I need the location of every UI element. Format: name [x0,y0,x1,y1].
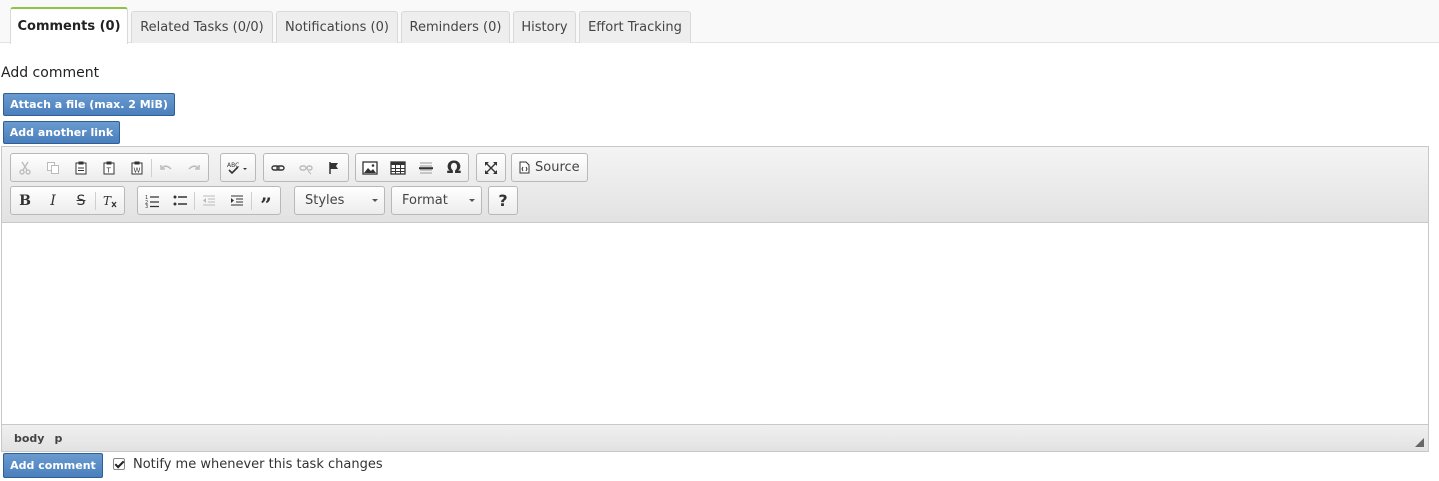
tab-label: Comments (0) [17,19,121,34]
tab-label: Notifications (0) [285,20,389,35]
styles-label: Styles [305,193,345,208]
add-another-link-button[interactable]: Add another link [3,121,120,144]
editor-element-path: body p [2,424,1428,451]
path-p[interactable]: p [54,432,62,445]
spellcheck-group: ABC [220,153,256,182]
source-label: Source [535,160,580,175]
horizontal-rule-icon[interactable] [412,154,440,181]
path-body[interactable]: body [14,432,44,445]
tab-history[interactable]: History [513,11,576,43]
tab-related-tasks[interactable]: Related Tasks (0/0) [131,11,273,43]
svg-text:W: W [134,166,141,174]
bulleted-list-icon[interactable] [166,187,194,214]
help-icon[interactable]: ? [489,187,517,214]
link-group [263,153,349,182]
link-icon[interactable] [264,154,292,181]
notify-label: Notify me whenever this task changes [133,456,383,472]
tab-label: Reminders (0) [409,20,502,35]
tab-reminders[interactable]: Reminders (0) [401,11,510,43]
source-icon [519,161,530,174]
help-group: ? [488,186,518,215]
maximize-group [476,153,506,182]
indent-icon[interactable] [223,187,251,214]
add-comment-heading: Add comment [1,65,100,81]
copy-icon[interactable] [39,154,67,181]
svg-text:3: 3 [145,204,148,208]
paste-icon[interactable] [67,154,95,181]
tab-label: Effort Tracking [588,20,682,35]
notify-checkbox[interactable] [113,458,125,470]
unlink-icon[interactable] [292,154,320,181]
paste-word-icon[interactable]: W [123,154,151,181]
anchor-flag-icon[interactable] [320,154,348,181]
add-comment-button[interactable]: Add comment [3,453,103,478]
spellcheck-icon[interactable]: ABC [221,154,255,181]
image-icon[interactable] [356,154,384,181]
bold-icon[interactable]: B [11,187,39,214]
tab-effort-tracking[interactable]: Effort Tracking [579,11,691,43]
tab-label: Related Tasks (0/0) [140,20,264,35]
format-label: Format [402,193,448,208]
rich-text-editor: T W ABC Ω Source B I S T 1 2 3 ” Styles … [1,146,1429,452]
tab-label: History [521,20,568,35]
editor-toolbar: T W ABC Ω Source B I S T 1 2 3 ” Styles … [2,147,1428,223]
basic-styles-group: B I S T [10,186,125,215]
paste-text-icon[interactable]: T [95,154,123,181]
remove-format-icon[interactable]: T [96,187,124,214]
format-dropdown[interactable]: Format [391,186,482,215]
blockquote-icon[interactable]: ” [252,187,280,217]
styles-dropdown[interactable]: Styles [294,186,385,215]
resize-handle-icon[interactable] [1415,438,1424,447]
numbered-list-icon[interactable]: 123 [138,187,166,214]
chevron-down-icon [469,199,475,202]
outdent-icon[interactable] [195,187,223,214]
redo-icon[interactable] [180,154,208,181]
tab-bar: Comments (0) Related Tasks (0/0) Notific… [0,0,1439,44]
italic-icon[interactable]: I [39,187,67,214]
attach-file-button[interactable]: Attach a file (max. 2 MiB) [3,93,175,116]
notify-option: Notify me whenever this task changes [113,455,383,473]
svg-text:T: T [103,194,112,208]
editor-content-area[interactable] [2,224,1428,424]
maximize-icon[interactable] [477,154,505,181]
strikethrough-icon[interactable]: S [67,187,95,214]
tab-notifications[interactable]: Notifications (0) [276,11,398,43]
tab-comments[interactable]: Comments (0) [10,7,128,44]
table-icon[interactable] [384,154,412,181]
source-button[interactable]: Source [511,153,588,182]
undo-icon[interactable] [152,154,180,181]
clipboard-group: T W [10,153,209,182]
svg-text:T: T [106,166,112,174]
cut-icon[interactable] [11,154,39,181]
chevron-down-icon [372,199,378,202]
list-group: 123 ” [137,186,281,217]
insert-group: Ω [355,153,469,182]
special-character-icon[interactable]: Ω [440,154,468,181]
